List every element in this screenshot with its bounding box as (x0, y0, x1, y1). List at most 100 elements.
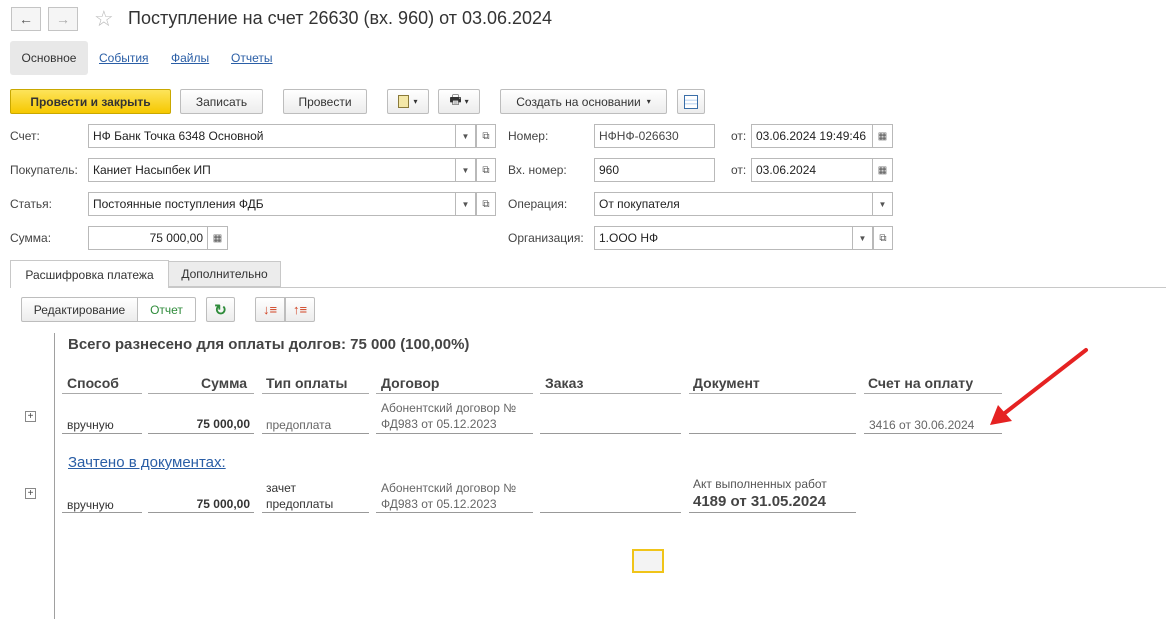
structure-icon (684, 94, 698, 109)
account-dropdown[interactable]: ▼ (456, 124, 476, 148)
refresh-button[interactable]: ↻ (206, 297, 235, 322)
col-pay-type: Тип оплаты (266, 375, 348, 391)
tab-additional-label: Дополнительно (181, 267, 268, 281)
expand-icon[interactable]: + (25, 411, 36, 422)
cell-underline (62, 512, 142, 513)
operation-dropdown[interactable]: ▼ (873, 192, 893, 216)
forward-icon: → (56, 11, 70, 27)
post-button[interactable]: Провести (283, 89, 367, 114)
sort-asc-icon: ↑≡ (292, 302, 308, 317)
structure-button[interactable] (677, 89, 705, 114)
date-calendar-button[interactable]: ▦ (873, 124, 893, 148)
open-icon: ⧉ (482, 164, 490, 176)
row1-contract-line2: ФД983 от 05.12.2023 (381, 417, 497, 431)
org-field[interactable]: 1.ООО НФ (594, 226, 853, 250)
tab-breakdown-label: Расшифровка платежа (25, 267, 154, 282)
back-button[interactable]: ← (11, 7, 41, 31)
dropdown-icon: ▾ (413, 97, 418, 106)
col-contract: Договор (381, 375, 440, 391)
date-field[interactable]: 03.06.2024 19:49:46 (751, 124, 873, 148)
tab-additional[interactable]: Дополнительно (169, 261, 281, 287)
in-date-field[interactable]: 03.06.2024 (751, 158, 873, 182)
dropdown-icon: ▼ (461, 131, 470, 141)
calendar-icon: ▦ (877, 130, 888, 142)
row2-doc-line1: Акт выполненных работ (693, 477, 827, 491)
back-icon: ← (19, 11, 33, 27)
tabs-divider (10, 287, 1166, 288)
dropdown-icon: ▼ (878, 199, 887, 209)
create-based-button[interactable]: Создать на основании ▾ (500, 89, 667, 114)
sum-label: Сумма: (10, 231, 52, 245)
dropdown-icon: ▾ (646, 97, 651, 106)
account-open[interactable]: ⧉ (476, 124, 496, 148)
hdr-underline (689, 393, 856, 394)
article-field[interactable]: Постоянные поступления ФДБ (88, 192, 456, 216)
cell-underline (376, 512, 533, 513)
cell-underline (540, 512, 681, 513)
edit-mode-button[interactable]: Редактирование (21, 297, 138, 322)
open-icon: ⧉ (879, 232, 887, 244)
col-document: Документ (693, 375, 760, 391)
print-button[interactable]: 🖶 ▾ (438, 89, 480, 114)
in-date-calendar-button[interactable]: ▦ (873, 158, 893, 182)
row2-contract-line2: ФД983 от 05.12.2023 (381, 497, 497, 511)
buyer-dropdown[interactable]: ▼ (456, 158, 476, 182)
row2-pay-type-line1: зачет (266, 481, 296, 495)
cell-underline (689, 433, 856, 434)
col-order: Заказ (545, 375, 584, 391)
number-label: Номер: (508, 129, 549, 143)
create-based-label: Создать на основании (516, 94, 641, 109)
sort-asc-button[interactable]: ↑≡ (285, 297, 315, 322)
in-date-label: от: (731, 163, 747, 177)
document-add-button[interactable]: ▾ (387, 89, 429, 114)
operation-field[interactable]: От покупателя (594, 192, 873, 216)
buyer-open[interactable]: ⧉ (476, 158, 496, 182)
offset-link[interactable]: Зачтено в документах: (68, 454, 226, 471)
report-mode-button[interactable]: Отчет (137, 297, 196, 322)
star-icon[interactable]: ☆ (94, 6, 114, 32)
tab-reports[interactable]: Отчеты (231, 51, 272, 65)
selected-cell[interactable] (632, 549, 664, 573)
tab-main[interactable]: Основное (10, 41, 88, 75)
hdr-underline (376, 393, 533, 394)
cell-underline (62, 433, 142, 434)
sort-desc-button[interactable]: ↓≡ (255, 297, 285, 322)
org-dropdown[interactable]: ▼ (853, 226, 873, 250)
print-icon: 🖶 (449, 91, 462, 107)
document-add-icon (398, 95, 410, 108)
org-open[interactable]: ⧉ (873, 226, 893, 250)
tab-breakdown[interactable]: Расшифровка платежа (10, 260, 169, 288)
tab-files[interactable]: Файлы (171, 51, 209, 65)
row1-pay-type: предоплата (266, 418, 332, 432)
report-left-border (54, 333, 55, 619)
save-button[interactable]: Записать (180, 89, 263, 114)
row2-pay-type-line2: предоплаты (266, 497, 334, 511)
dropdown-icon: ▼ (461, 165, 470, 175)
refresh-icon: ↻ (214, 301, 227, 319)
article-dropdown[interactable]: ▼ (456, 192, 476, 216)
expand-icon[interactable]: + (25, 488, 36, 499)
article-open[interactable]: ⧉ (476, 192, 496, 216)
buyer-field[interactable]: Каниет Насыпбек ИП (88, 158, 456, 182)
col-method: Способ (67, 375, 119, 391)
window-title: Поступление на счет 26630 (вх. 960) от 0… (128, 8, 553, 28)
number-field[interactable]: НФНФ-026630 (594, 124, 715, 148)
post-close-button[interactable]: Провести и закрыть (10, 89, 171, 114)
forward-button[interactable]: → (48, 7, 78, 31)
article-label: Статья: (10, 197, 53, 211)
row2-doc-line2[interactable]: 4189 от 31.05.2024 (693, 493, 826, 510)
row2-contract-line1: Абонентский договор № (381, 481, 517, 495)
col-sum: Сумма (201, 375, 248, 391)
org-label: Организация: (508, 231, 584, 245)
row1-invoice[interactable]: 3416 от 30.06.2024 (869, 418, 974, 432)
red-arrow-annotation (990, 348, 1088, 425)
cell-underline (689, 512, 856, 513)
sum-field[interactable]: 75 000,00 (88, 226, 208, 250)
calculator-button[interactable]: ▦ (208, 226, 228, 250)
in-number-field[interactable]: 960 (594, 158, 715, 182)
col-invoice: Счет на оплату (868, 375, 974, 391)
cell-underline (262, 433, 369, 434)
account-field[interactable]: НФ Банк Точка 6348 Основной (88, 124, 456, 148)
tab-events[interactable]: События (99, 51, 149, 65)
hdr-underline (540, 393, 681, 394)
